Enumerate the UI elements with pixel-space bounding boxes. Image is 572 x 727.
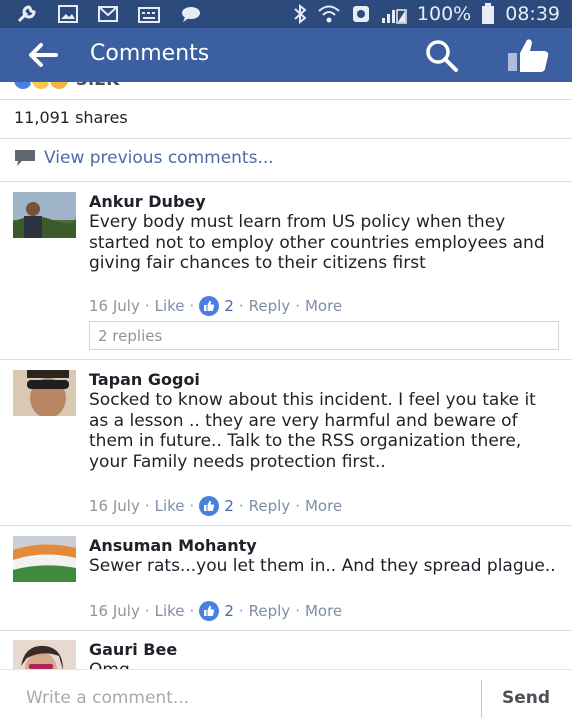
back-arrow-icon[interactable] [26, 40, 60, 70]
wow-reaction-icon [48, 82, 70, 91]
battery-icon [482, 3, 495, 24]
like-count[interactable]: 2 [224, 497, 234, 515]
more-link[interactable]: More [305, 602, 342, 620]
separator-dot: · [144, 497, 150, 515]
reaction-count: 3.2K [76, 82, 119, 90]
separator-dot: · [144, 602, 150, 620]
separator-dot: · [238, 602, 244, 620]
like-link[interactable]: Like [155, 297, 185, 315]
comment-author[interactable]: Tapan Gogoi [89, 370, 200, 389]
chat-icon [182, 7, 200, 22]
like-link[interactable]: Like [155, 602, 185, 620]
battery-percent: 100% [416, 3, 472, 25]
shares-count[interactable]: 11,091 shares [14, 108, 128, 127]
separator-dot: · [295, 497, 300, 515]
separator-dot: · [295, 297, 300, 315]
search-icon[interactable] [424, 39, 460, 73]
thumbs-up-icon[interactable] [199, 296, 220, 316]
avatar[interactable] [13, 192, 76, 238]
thumbs-up-icon[interactable] [199, 601, 220, 621]
reply-link[interactable]: Reply [249, 497, 291, 515]
notification-icons [0, 4, 202, 24]
more-link[interactable]: More [305, 497, 342, 515]
divider [0, 525, 572, 526]
clock: 08:39 [505, 3, 560, 25]
comment-author[interactable]: Gauri Bee [89, 640, 177, 659]
app-bar: Comments [0, 28, 572, 82]
view-previous-comments[interactable]: View previous comments... [14, 148, 274, 168]
separator-dot: · [189, 602, 195, 620]
reply-link[interactable]: Reply [249, 602, 291, 620]
mail-icon [98, 6, 118, 22]
comment-input[interactable]: Write a comment... [26, 688, 189, 708]
separator-dot: · [189, 297, 195, 315]
comment-meta: 16 July · Like · 2 · Reply · More [89, 601, 342, 621]
reaction-summary[interactable]: 3.2K [12, 82, 119, 92]
system-status: 100% 08:39 [293, 0, 560, 28]
like-link[interactable]: Like [155, 497, 185, 515]
divider [0, 630, 572, 631]
separator-dot: · [295, 602, 300, 620]
view-previous-label: View previous comments... [44, 148, 274, 168]
comment-composer: Write a comment... Send [0, 669, 572, 727]
comment-meta: 16 July · Like · 2 · Reply · More [89, 296, 342, 316]
wifi-icon [318, 5, 340, 23]
data-saver-icon [352, 6, 369, 22]
avatar[interactable] [13, 640, 76, 669]
comment-author[interactable]: Ansuman Mohanty [89, 536, 257, 555]
wrench-icon [17, 5, 36, 23]
send-button[interactable]: Send [502, 688, 550, 708]
comment-bubble-icon [15, 150, 35, 166]
separator-dot: · [238, 497, 244, 515]
comment-meta: 16 July · Like · 2 · Reply · More [89, 496, 342, 516]
divider [0, 99, 572, 100]
like-count[interactable]: 2 [224, 297, 234, 315]
comment-date: 16 July [89, 497, 140, 515]
comment-author[interactable]: Ankur Dubey [89, 192, 206, 211]
reply-link[interactable]: Reply [249, 297, 291, 315]
image-icon [58, 5, 78, 23]
keyboard-icon [138, 7, 160, 23]
like-post-icon[interactable] [503, 36, 553, 74]
separator-dot: · [189, 497, 195, 515]
comment-text: Socked to know about this incident. I fe… [89, 390, 536, 472]
avatar[interactable] [13, 536, 76, 582]
divider [0, 359, 572, 360]
thumbs-up-icon[interactable] [199, 496, 220, 516]
bluetooth-icon [294, 4, 307, 24]
comment-text: Sewer rats...you let them in.. And they … [89, 556, 556, 576]
comment-text: Omg [89, 660, 559, 669]
status-bar: 100% 08:39 [0, 0, 572, 28]
signal-icon [381, 9, 407, 24]
page-title: Comments [90, 41, 210, 66]
separator-dot: · [238, 297, 244, 315]
divider [0, 181, 572, 182]
view-replies-button[interactable]: 2 replies [89, 321, 559, 350]
comments-feed[interactable]: 3.2K 11,091 shares View previous comment… [0, 82, 572, 669]
divider [0, 138, 572, 139]
like-count[interactable]: 2 [224, 602, 234, 620]
avatar[interactable] [13, 370, 76, 416]
comment-date: 16 July [89, 602, 140, 620]
divider [481, 680, 482, 718]
separator-dot: · [144, 297, 150, 315]
comment-text: Every body must learn from US policy whe… [89, 212, 545, 273]
more-link[interactable]: More [305, 297, 342, 315]
comment-date: 16 July [89, 297, 140, 315]
